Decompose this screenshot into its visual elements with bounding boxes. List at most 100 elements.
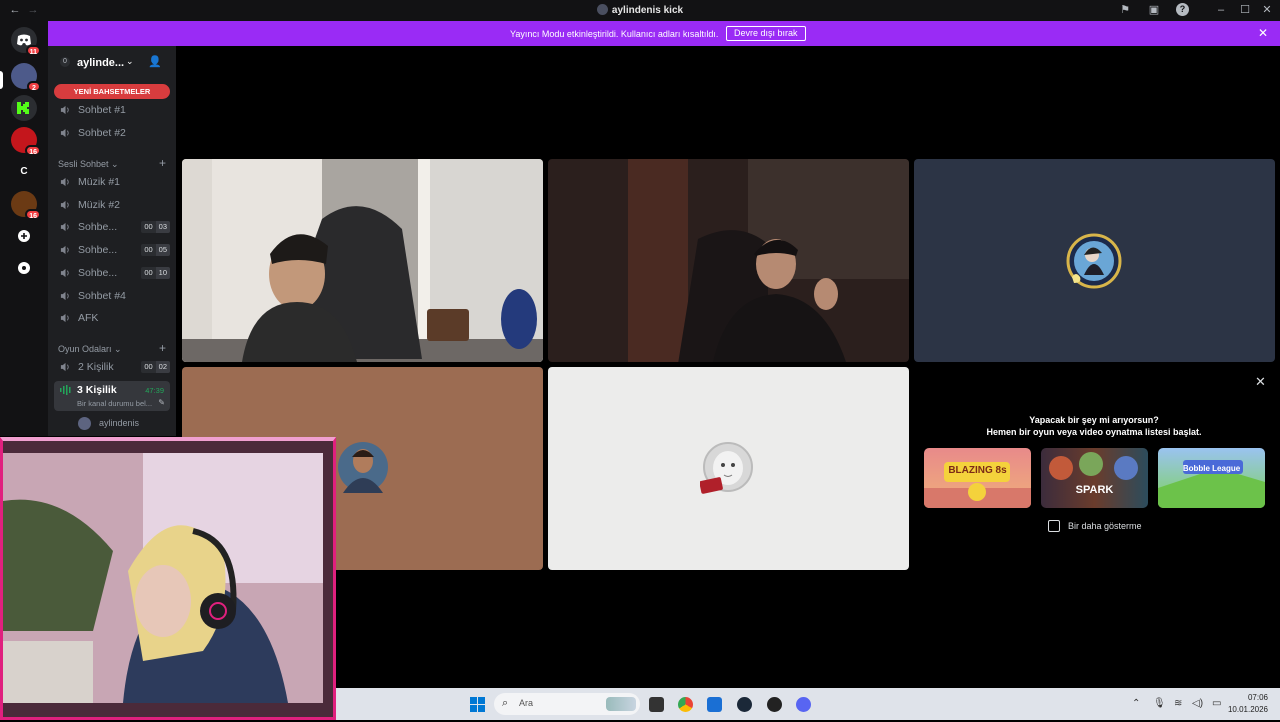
discover-compass-icon[interactable] — [11, 255, 37, 281]
channel-status-text[interactable]: Bir kanal durumu bel... — [77, 399, 152, 408]
channel-label: AFK — [78, 312, 99, 324]
category-label: Sesli Sohbet — [58, 159, 109, 169]
discord-taskbar-icon[interactable] — [796, 697, 811, 712]
microphone-icon[interactable]: 🎙 — [1153, 698, 1166, 709]
game-thumbnail-bobble-league[interactable]: Bobble League — [1158, 448, 1265, 508]
voice-member[interactable]: aylindenis — [78, 416, 170, 431]
server-letter: C — [20, 166, 28, 177]
channel-label: Sohbet #2 — [78, 127, 126, 139]
server-header[interactable]: 0 aylinde... ⌄ 👤 — [48, 46, 176, 78]
new-mentions-pill[interactable]: YENİ BAHSETMELER — [54, 84, 170, 99]
add-channel-icon[interactable]: + — [159, 341, 166, 355]
help-icon[interactable]: ? — [1176, 3, 1189, 16]
channel-label: Müzik #2 — [78, 199, 121, 211]
channel-label: Müzik #1 — [78, 176, 121, 188]
speaker-icon — [60, 128, 69, 138]
window-title-bar: ← → aylindenis kick ⚑ ▣ ? – ☐ ✕ — [0, 0, 1280, 21]
game-art — [924, 462, 1031, 508]
notification-badge: 16 — [25, 209, 41, 220]
game-thumbnail-blazing-8s[interactable]: BLAZING 8s — [924, 448, 1031, 508]
taskbar-search-box[interactable]: ⌕ Ara — [494, 693, 640, 715]
start-windows-icon[interactable] — [470, 697, 485, 712]
minimize-icon[interactable]: – — [1214, 3, 1228, 17]
kick-server-icon[interactable] — [11, 95, 37, 121]
voice-timer: 47:39 — [145, 386, 164, 395]
inbox-flag-icon[interactable]: ⚑ — [1118, 3, 1132, 17]
close-window-icon[interactable]: ✕ — [1260, 3, 1274, 17]
channel-sidebar: 0 aylinde... ⌄ 👤 YENİ BAHSETMELER Sohbet… — [48, 46, 176, 436]
sidebar-item-sohbet-b[interactable]: Sohbe... 00 05 — [58, 241, 170, 259]
notification-badge: 11 — [25, 45, 41, 56]
facecam-video — [3, 441, 333, 717]
clock-date[interactable]: 10.01.2026 — [1216, 705, 1268, 714]
category-sesli-sohbet[interactable]: Sesli Sohbet ⌄ — [58, 159, 119, 170]
close-banner-icon[interactable]: ✕ — [1258, 26, 1268, 40]
letter-server-icon[interactable]: C — [11, 159, 37, 185]
speaker-icon — [60, 362, 69, 372]
speaker-icon — [60, 200, 69, 210]
sidebar-item-sohbet-a[interactable]: Sohbe... 00 03 — [58, 218, 170, 236]
chevron-down-icon[interactable]: ⌄ — [126, 56, 134, 67]
notification-badge: 2 — [27, 81, 41, 92]
add-server-icon[interactable] — [11, 223, 37, 249]
game-thumbnail-spark[interactable]: SPARK — [1041, 448, 1148, 508]
close-promo-icon[interactable]: ✕ — [1255, 374, 1266, 390]
video-tile-1[interactable] — [182, 159, 543, 362]
dont-show-again-checkbox[interactable] — [1048, 520, 1060, 532]
sidebar-item-3-kisilik-active[interactable]: 3 Kişilik 47:39 Bir kanal durumu bel... … — [54, 381, 170, 411]
maximize-icon[interactable]: ☐ — [1238, 3, 1252, 17]
sidebar-item-sohbet-c[interactable]: Sohbe... 00 10 — [58, 264, 170, 282]
game-title: Bobble League — [1182, 464, 1241, 473]
count-limit: 05 — [155, 244, 170, 256]
category-label: Oyun Odaları — [58, 344, 112, 354]
channel-label: Sohbe... — [78, 221, 118, 233]
avatar — [78, 417, 91, 430]
user-count: 00 03 — [141, 221, 170, 233]
server-avatar[interactable]: 2 — [11, 63, 41, 92]
sidebar-item-2-kisilik[interactable]: 2 Kişilik 00 02 — [58, 358, 170, 376]
wifi-icon[interactable]: ≋ — [1174, 698, 1182, 709]
task-view-icon[interactable] — [649, 697, 664, 712]
sidebar-item-afk[interactable]: AFK — [58, 309, 170, 327]
add-channel-icon[interactable]: + — [159, 156, 166, 170]
game-server-icon[interactable]: 16 — [11, 191, 41, 220]
disable-streamer-mode-button[interactable]: Devre dışı bırak — [726, 26, 806, 41]
sidebar-item-sohbet-4[interactable]: Sohbet #4 — [58, 287, 170, 305]
sidebar-item-sohbet-2[interactable]: Sohbet #2 — [58, 124, 170, 142]
invite-people-icon[interactable]: 👤 — [148, 55, 162, 68]
category-oyun-odalari[interactable]: Oyun Odaları ⌄ — [58, 344, 122, 355]
game-title: BLAZING 8s — [948, 465, 1007, 476]
store-icon[interactable] — [707, 697, 722, 712]
channel-label: Sohbe... — [78, 244, 118, 256]
user-count: 00 02 — [141, 361, 170, 373]
app-icon[interactable] — [767, 697, 782, 712]
game-art — [1158, 460, 1265, 508]
discord-home-icon[interactable]: 11 — [11, 27, 41, 56]
streamer-mode-banner: Yayıncı Modu etkinleştirildi. Kullanıcı … — [48, 21, 1280, 46]
clock-time[interactable]: 07:06 — [1238, 693, 1268, 702]
tray-overflow-icon[interactable]: ⌃ — [1132, 698, 1140, 709]
speaker-icon — [60, 222, 69, 232]
sidebar-item-sohbet-1[interactable]: Sohbet #1 — [58, 101, 170, 119]
screen-share-icon[interactable]: ▣ — [1147, 3, 1161, 17]
sidebar-item-muzik-2[interactable]: Müzik #2 — [58, 196, 170, 214]
speaker-icon — [60, 105, 69, 115]
search-highlight-image — [606, 697, 636, 711]
volume-icon[interactable]: ◁) — [1192, 698, 1203, 709]
red-server-icon[interactable]: 16 — [11, 127, 41, 156]
video-tile-2[interactable] — [548, 159, 909, 362]
edit-pencil-icon[interactable]: ✎ — [158, 398, 165, 407]
chrome-icon[interactable] — [678, 697, 693, 712]
selected-server-pill — [0, 71, 3, 89]
game-art — [1049, 452, 1138, 480]
channel-label: 2 Kişilik — [78, 361, 114, 373]
voice-activity-icon — [60, 385, 71, 395]
steam-icon[interactable] — [737, 697, 752, 712]
sidebar-item-muzik-1[interactable]: Müzik #1 — [58, 173, 170, 191]
promo-subtitle: Hemen bir oyun veya video oynatma listes… — [986, 427, 1202, 437]
notification-badge: 16 — [25, 145, 41, 156]
video-tile-5-avatar[interactable] — [548, 367, 909, 570]
video-tile-3-avatar[interactable] — [914, 159, 1275, 362]
search-placeholder: Ara — [519, 698, 534, 708]
server-icon — [596, 4, 608, 15]
